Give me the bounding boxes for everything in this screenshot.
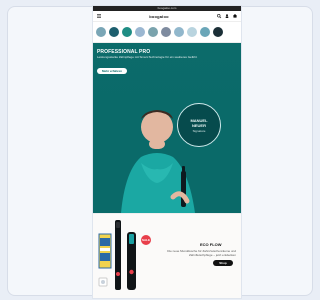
- header-actions: [216, 13, 238, 19]
- badge-name-line2: NEUER: [191, 122, 206, 128]
- cart-icon[interactable]: [232, 13, 238, 19]
- menu-icon[interactable]: [96, 13, 102, 19]
- search-icon[interactable]: [216, 13, 222, 19]
- url-text: boogaloo.com: [157, 6, 177, 10]
- product-cta-button[interactable]: Shop: [213, 260, 233, 266]
- category-thumb-1[interactable]: [96, 27, 106, 37]
- cart-icon-svg: [233, 14, 237, 18]
- signature-badge: MANUEL NEUER Signature: [177, 103, 221, 147]
- product-promo[interactable]: SALE ECO FLOW Die neue Munddusche für Za…: [93, 213, 241, 298]
- badge-signature-text: Signature: [192, 128, 206, 133]
- category-thumb-4[interactable]: [135, 27, 145, 37]
- hero-subtitle: Leistungsstarke Zahnpflege mit Smart-Tec…: [97, 55, 198, 59]
- category-thumb-8[interactable]: [187, 27, 197, 37]
- hero-banner[interactable]: PROFESSIONAL PRO Leistungsstarke Zahnpfl…: [93, 43, 241, 213]
- category-thumb-10[interactable]: [213, 27, 223, 37]
- category-thumb-2[interactable]: [109, 27, 119, 37]
- category-thumb-5[interactable]: [148, 27, 158, 37]
- hero-cta-button[interactable]: Mehr erfahren: [97, 68, 127, 74]
- menu-icon-svg: [97, 14, 101, 18]
- top-navigation: boogaloo: [93, 11, 241, 22]
- category-thumb-9[interactable]: [200, 27, 210, 37]
- user-icon-svg: [225, 14, 229, 18]
- brand-logo[interactable]: boogaloo: [149, 14, 169, 19]
- category-thumb-7[interactable]: [174, 27, 184, 37]
- category-thumb-6[interactable]: [161, 27, 171, 37]
- sale-badge: SALE: [141, 235, 151, 245]
- product-title: ECO FLOW: [200, 242, 222, 247]
- product-description: Die neue Munddusche für Zahnzwischenräum…: [167, 249, 236, 257]
- category-thumb-3[interactable]: [122, 27, 132, 37]
- mobile-viewport: boogaloo.com boogaloo PROFESSIONAL PRO L…: [93, 6, 241, 298]
- category-strip: [93, 22, 241, 43]
- user-icon[interactable]: [224, 13, 230, 19]
- search-icon-svg: [216, 14, 222, 19]
